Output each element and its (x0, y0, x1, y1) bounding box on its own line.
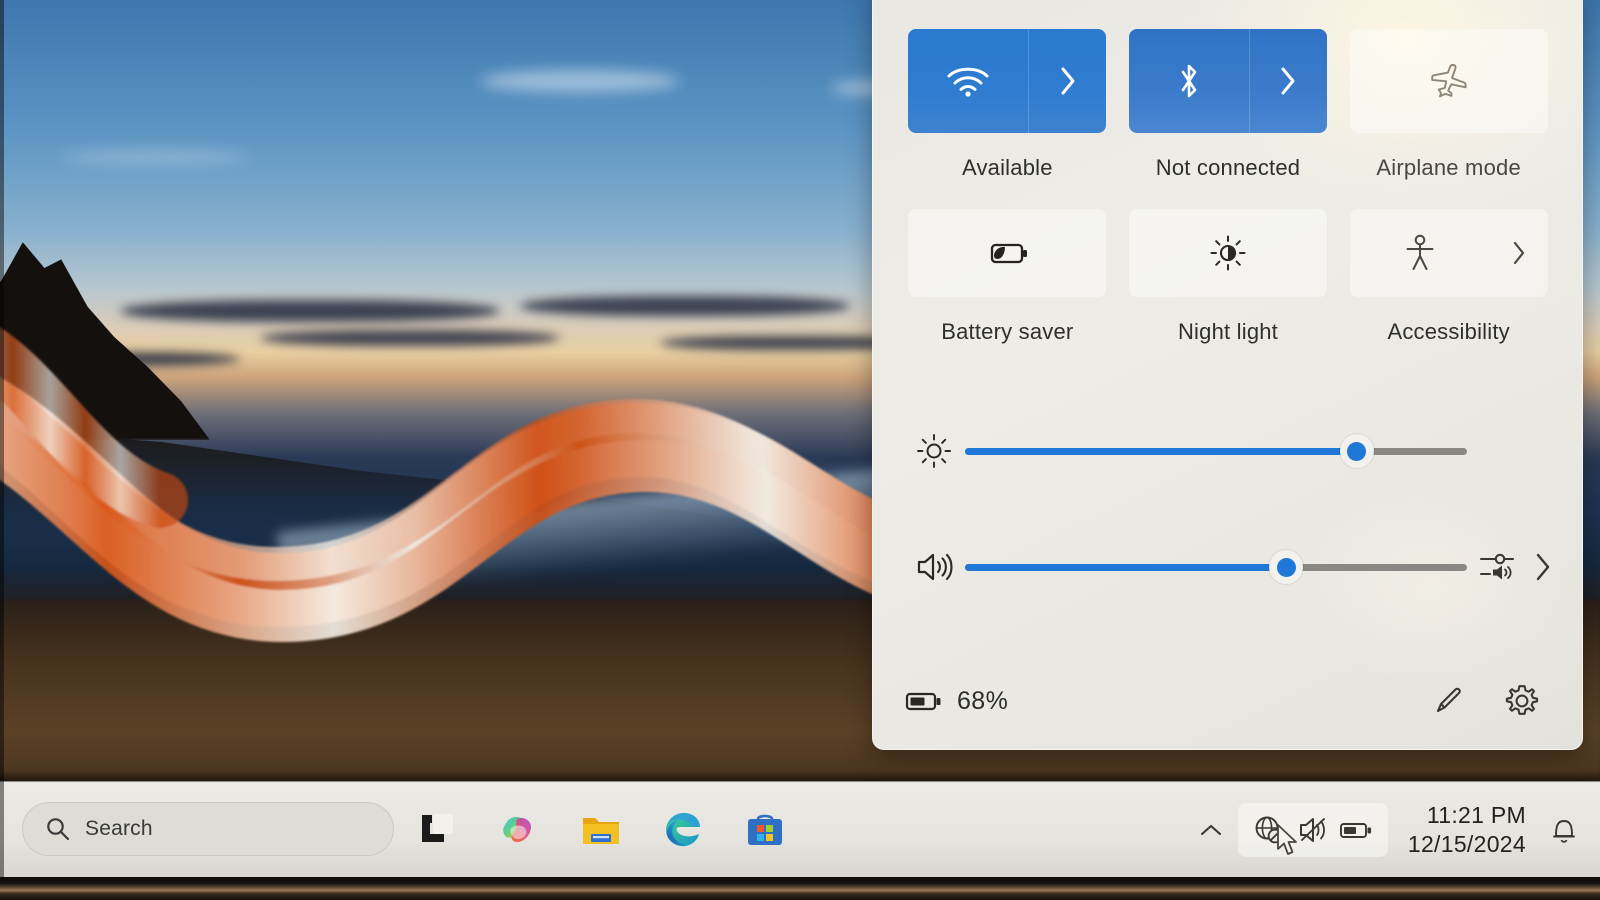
chevron-right-icon (1536, 553, 1550, 581)
quick-tile-battery-saver: Battery saver (903, 209, 1112, 345)
airplane-mode-tile-button[interactable] (1349, 29, 1548, 133)
file-explorer-icon (583, 817, 619, 844)
taskbar: Search 11:21 PM 12/15/2024 (0, 782, 1600, 877)
quick-settings-panel[interactable]: Available Not connected Airplane mode Ba… (872, 0, 1583, 750)
bluetooth-icon (1181, 64, 1197, 98)
open-settings-button[interactable] (1494, 673, 1550, 729)
volume-slider-row[interactable] (903, 537, 1553, 597)
volume-track-fill (965, 563, 1287, 571)
clock-date-button[interactable]: 11:21 PM 12/15/2024 (1408, 801, 1526, 857)
edge-icon (666, 812, 700, 846)
airplane-mode-tile-label: Airplane mode (1376, 155, 1521, 180)
wifi-chevron-button[interactable] (1028, 29, 1106, 133)
bell-icon (1553, 819, 1575, 843)
audio-output-selector-button[interactable] (1467, 547, 1553, 587)
taskbar-app-icons (415, 782, 787, 877)
battery-saver-icon-area[interactable] (908, 236, 1106, 270)
accessibility-tile-label: Accessibility (1387, 319, 1510, 344)
notifications-button[interactable] (1542, 808, 1586, 852)
microsoft-store-button[interactable] (743, 808, 787, 852)
wifi-icon-area[interactable] (908, 64, 1028, 98)
copilot-button[interactable] (497, 808, 541, 852)
accessibility-icon (1406, 234, 1434, 270)
night-light-tile-label: Night light (1177, 319, 1278, 344)
task-view-icon (422, 813, 453, 842)
bluetooth-chevron-button[interactable] (1248, 29, 1327, 133)
accessibility-tile-button[interactable] (1349, 209, 1548, 297)
brightness-icon-wrap (903, 432, 965, 470)
wifi-tile-label: Available (961, 155, 1053, 180)
search-icon (47, 818, 70, 841)
quick-tile-airplane: Airplane mode (1344, 29, 1553, 181)
volume-icon-wrap (903, 549, 965, 585)
battery-saver-tile-button[interactable] (908, 209, 1107, 297)
accessibility-icon-area[interactable] (1350, 233, 1490, 273)
brightness-track[interactable] (965, 434, 1467, 468)
bluetooth-icon-area[interactable] (1129, 61, 1249, 101)
search-box[interactable]: Search (22, 802, 394, 856)
wifi-tile-button[interactable] (908, 29, 1107, 133)
chevron-up-icon (1200, 824, 1221, 835)
night-light-tile-button[interactable] (1128, 209, 1327, 297)
system-tray: 11:21 PM 12/15/2024 (1184, 782, 1586, 877)
quick-tile-night-light: Night light (1124, 209, 1333, 345)
bluetooth-tile-button[interactable] (1128, 29, 1327, 133)
microsoft-store-icon (748, 814, 782, 845)
battery-percent-label: 68% (957, 686, 1009, 715)
chevron-right-icon (1513, 241, 1524, 265)
copilot-icon (503, 816, 531, 842)
quick-tile-wifi: Available (903, 29, 1112, 181)
battery-status[interactable]: 68% (905, 687, 1008, 716)
battery-icon (905, 692, 941, 711)
brightness-slider-row[interactable] (903, 421, 1553, 481)
night-light-icon (1210, 235, 1246, 271)
brightness-icon (917, 434, 951, 468)
audio-output-selector-icon (1479, 553, 1515, 580)
show-hidden-icons-button[interactable] (1184, 782, 1238, 877)
airplane-icon-area[interactable] (1350, 61, 1548, 101)
brightness-track-fill (965, 447, 1357, 455)
tray-quick-settings-button[interactable] (1237, 802, 1388, 857)
clock-time: 11:21 PM (1426, 802, 1526, 829)
volume-icon (917, 553, 953, 581)
chevron-right-icon (1061, 67, 1075, 95)
file-explorer-button[interactable] (579, 808, 623, 852)
quick-settings-tile-grid: Available Not connected Airplane mode Ba… (903, 29, 1553, 345)
edit-quick-settings-button[interactable] (1420, 673, 1476, 729)
pencil-icon (1436, 687, 1461, 713)
quick-tile-bluetooth: Not connected (1124, 29, 1333, 181)
accessibility-chevron-button[interactable] (1490, 209, 1548, 297)
airplane-icon (1430, 64, 1467, 98)
volume-slider-thumb[interactable] (1269, 550, 1304, 584)
bluetooth-tile-label: Not connected (1155, 155, 1301, 180)
battery-icon-wrap[interactable] (1338, 811, 1376, 849)
quick-settings-footer: 68% (873, 653, 1582, 749)
search-placeholder[interactable]: Search (85, 817, 153, 841)
screen-bezel-left (0, 0, 4, 880)
battery-saver-tile-label: Battery saver (941, 319, 1074, 344)
brightness-slider-thumb[interactable] (1339, 434, 1374, 468)
night-light-icon-area[interactable] (1129, 233, 1327, 273)
edge-button[interactable] (661, 808, 705, 852)
quick-tile-accessibility: Accessibility (1344, 209, 1553, 345)
laptop-bezel-bottom (0, 877, 1600, 900)
light-ribbon-artwork (0, 327, 940, 643)
mouse-pointer (1277, 824, 1297, 855)
wifi-icon (947, 67, 989, 97)
chevron-right-icon (1281, 67, 1295, 95)
battery-leaf-icon (991, 243, 1028, 264)
screen: Available Not connected Airplane mode Ba… (0, 0, 1600, 900)
gear-icon (1505, 685, 1539, 715)
task-view-button[interactable] (415, 808, 459, 852)
volume-track[interactable] (965, 550, 1467, 584)
clock-date: 12/15/2024 (1407, 830, 1526, 857)
battery-icon (1339, 822, 1371, 838)
